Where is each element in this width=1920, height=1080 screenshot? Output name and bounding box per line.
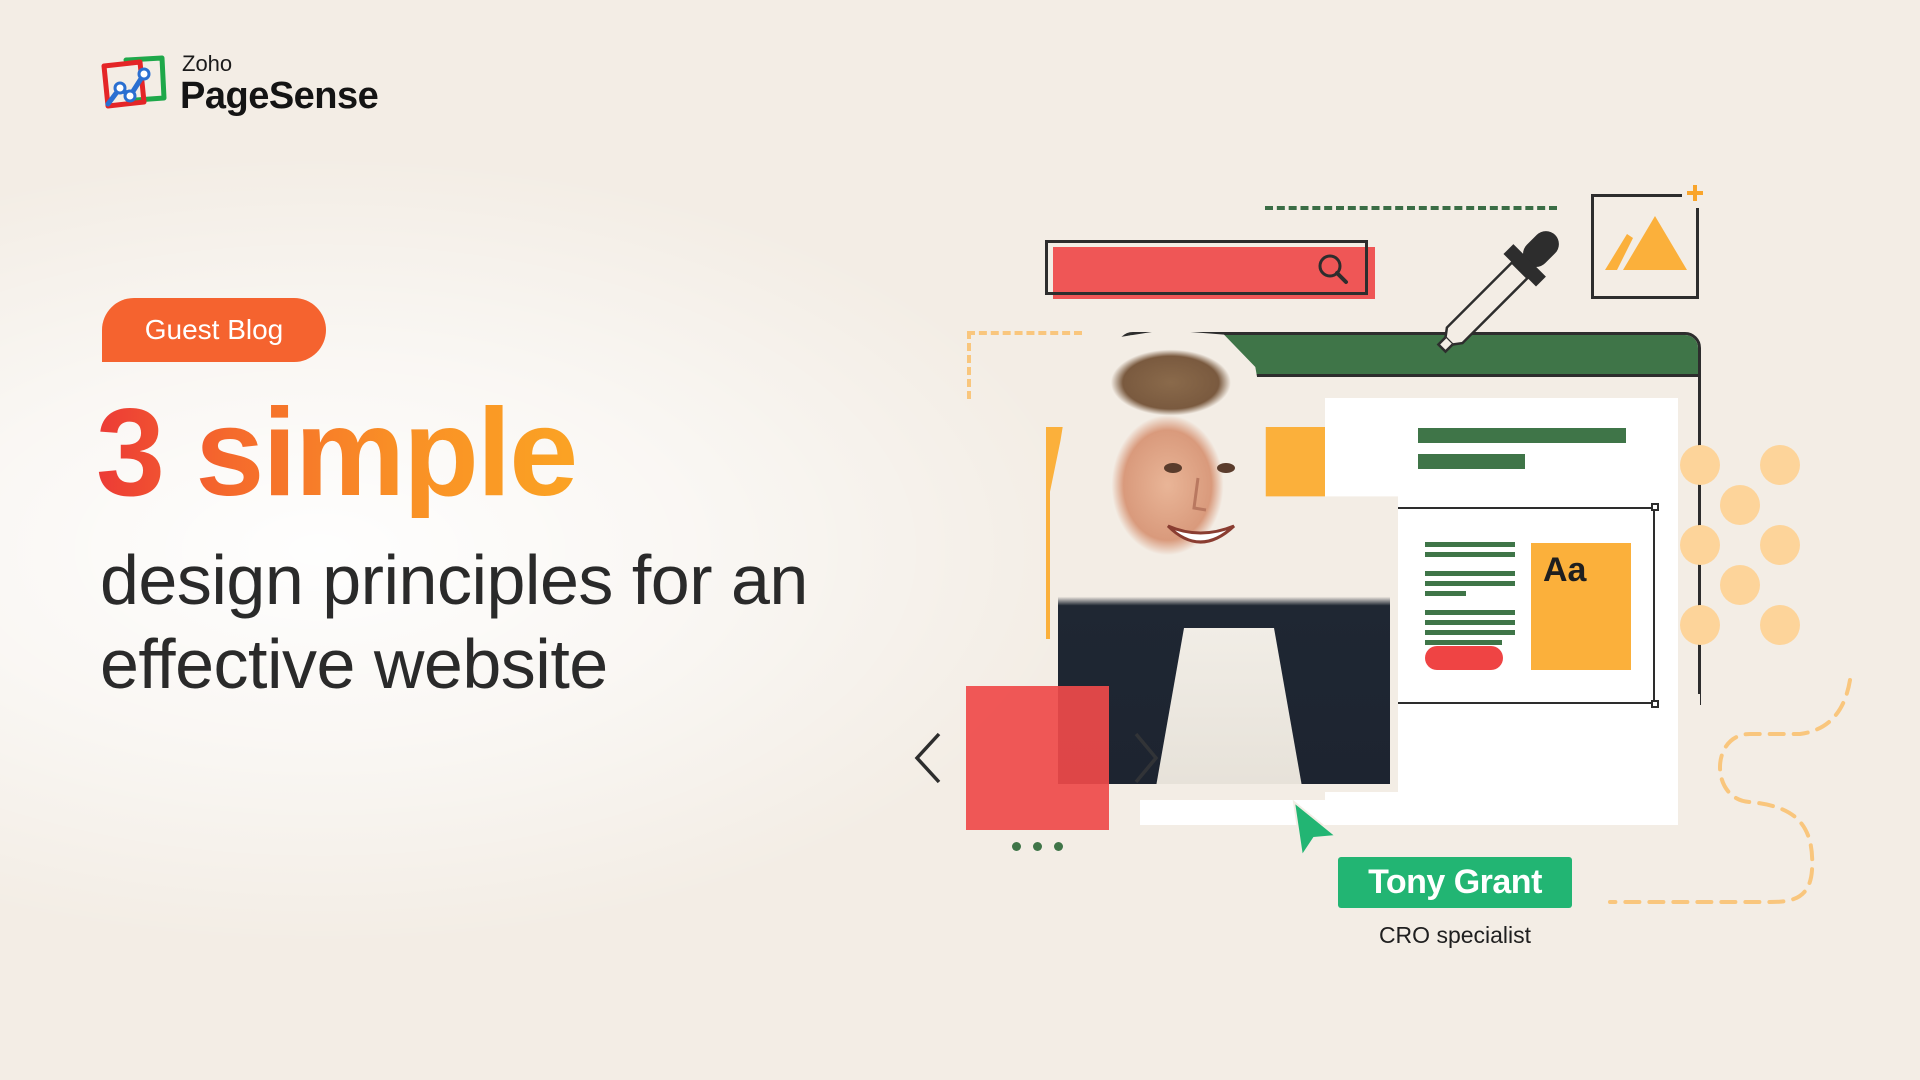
brand-product: PageSense xyxy=(180,75,379,117)
author-name-badge: Tony Grant xyxy=(1338,857,1572,908)
typography-sample-text: Aa xyxy=(1543,551,1587,589)
subtitle-line-1: design principles for an xyxy=(100,541,808,619)
carousel-dots[interactable] xyxy=(1012,842,1063,851)
carousel-dot[interactable] xyxy=(1012,842,1021,851)
image-icon xyxy=(1605,216,1687,270)
headline-emphasis: 3 simple xyxy=(96,384,578,522)
heading-placeholder-line xyxy=(1418,428,1626,443)
dot-pattern-decoration xyxy=(1680,445,1800,645)
pagesense-logo-icon xyxy=(101,55,167,109)
author-role: CRO specialist xyxy=(1378,922,1532,948)
red-square-decoration xyxy=(966,686,1109,830)
brand-logo[interactable]: Zoho PageSense xyxy=(100,51,379,117)
brand-company: Zoho xyxy=(182,51,233,76)
text-placeholder-block xyxy=(1425,542,1515,650)
typography-sample: Aa xyxy=(1531,543,1631,670)
carousel-dot[interactable] xyxy=(1054,842,1063,851)
guest-blog-tag: Guest Blog xyxy=(102,298,326,362)
author-shirt xyxy=(1154,628,1304,784)
dashed-squiggle-decoration xyxy=(1608,678,1852,904)
subtitle-line-2: effective website xyxy=(100,625,608,703)
orange-dashed-corner xyxy=(967,331,1082,399)
plus-icon xyxy=(1687,185,1703,201)
carousel-dot[interactable] xyxy=(1033,842,1042,851)
chevron-left-icon[interactable] xyxy=(913,730,943,786)
resize-handle[interactable] xyxy=(1651,503,1659,511)
subheading-placeholder-line xyxy=(1418,454,1525,469)
green-dashed-line xyxy=(1265,206,1557,210)
cursor-icon xyxy=(1292,800,1339,858)
search-icon[interactable] xyxy=(1316,252,1350,286)
headline-subtitle: design principles for an effective websi… xyxy=(100,538,808,706)
chevron-right-icon[interactable] xyxy=(1132,730,1160,786)
eyedropper-icon xyxy=(1436,231,1559,354)
author-face xyxy=(1164,463,1236,544)
content-card-footer xyxy=(1140,800,1678,825)
cta-button-placeholder xyxy=(1425,646,1503,670)
